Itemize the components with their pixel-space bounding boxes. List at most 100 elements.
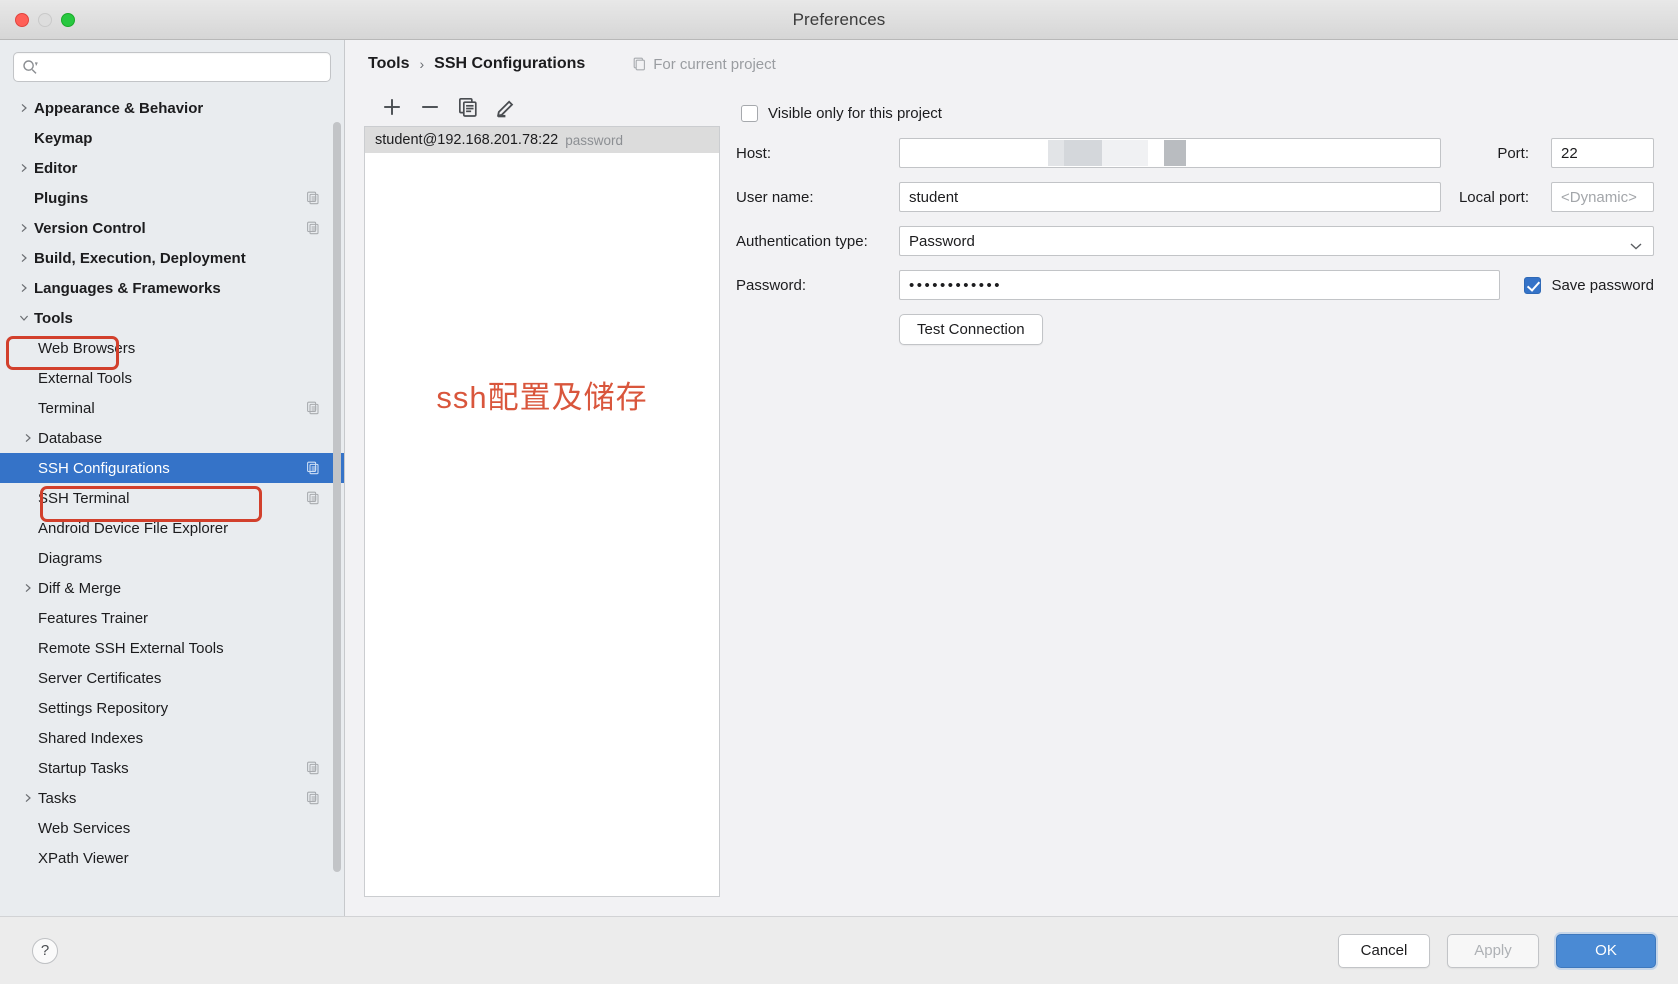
sidebar-item-tasks[interactable]: Tasks	[0, 783, 344, 813]
search-box[interactable]	[13, 52, 331, 82]
host-redaction-block	[1064, 140, 1102, 166]
sidebar-scrollbar-thumb[interactable]	[333, 122, 341, 872]
password-input[interactable]: ••••••••••••	[899, 270, 1501, 300]
duplicate-configuration-icon[interactable]	[456, 95, 480, 119]
copy-settings-icon	[306, 191, 320, 205]
sidebar-item-features-trainer[interactable]: Features Trainer	[0, 603, 344, 633]
port-input[interactable]: 22	[1551, 138, 1654, 168]
sidebar-item-plugins[interactable]: Plugins	[0, 183, 344, 213]
edit-configuration-icon[interactable]	[494, 95, 518, 119]
sidebar-item-startup-tasks[interactable]: Startup Tasks	[0, 753, 344, 783]
auth-type-row: Authentication type: Password	[736, 226, 1654, 256]
remove-configuration-button[interactable]	[418, 95, 442, 119]
username-input[interactable]: student	[899, 182, 1441, 212]
configuration-toolbar	[364, 88, 720, 126]
sidebar-item-label: Features Trainer	[38, 609, 149, 627]
sidebar-item-appearance-behavior[interactable]: Appearance & Behavior	[0, 93, 344, 123]
save-password-label: Save password	[1551, 276, 1654, 294]
sidebar-item-label: Server Certificates	[38, 669, 162, 687]
breadcrumb-parent[interactable]: Tools	[368, 55, 409, 73]
sidebar-item-label: Appearance & Behavior	[34, 99, 204, 117]
auth-type-select[interactable]: Password	[899, 226, 1654, 256]
sidebar-item-label: SSH Terminal	[38, 489, 130, 507]
save-password-checkbox[interactable]	[1524, 276, 1542, 294]
sidebar-item-ssh-configurations[interactable]: SSH Configurations	[0, 453, 344, 483]
sidebar-item-terminal[interactable]: Terminal	[0, 393, 344, 423]
sidebar-item-diagrams[interactable]: Diagrams	[0, 543, 344, 573]
configuration-list-column: student@192.168.201.78:22 password ssh配置…	[364, 88, 720, 916]
configuration-form: Visible only for this project Host: Port…	[720, 88, 1678, 916]
configuration-name: student@192.168.201.78:22	[375, 132, 559, 148]
settings-content: student@192.168.201.78:22 password ssh配置…	[345, 88, 1678, 916]
test-connection-button[interactable]: Test Connection	[899, 314, 1043, 345]
sidebar-item-version-control[interactable]: Version Control	[0, 213, 344, 243]
dialog-footer: ? Cancel Apply OK	[0, 916, 1678, 984]
visible-only-checkbox[interactable]	[741, 104, 758, 122]
copy-settings-icon	[306, 491, 320, 505]
sidebar-item-label: Editor	[34, 159, 78, 177]
chevron-right-icon	[14, 283, 34, 293]
search-input[interactable]	[43, 59, 322, 75]
sidebar-item-label: Web Browsers	[38, 339, 136, 357]
sidebar-item-label: Android Device File Explorer	[38, 519, 229, 537]
sidebar-item-shared-indexes[interactable]: Shared Indexes	[0, 723, 344, 753]
project-scope-icon	[632, 57, 646, 71]
chevron-right-icon	[18, 793, 38, 803]
sidebar-item-web-services[interactable]: Web Services	[0, 813, 344, 843]
sidebar-item-label: SSH Configurations	[38, 459, 170, 477]
title-bar: Preferences	[0, 0, 1678, 40]
sidebar-item-external-tools[interactable]: External Tools	[0, 363, 344, 393]
sidebar-item-languages-frameworks[interactable]: Languages & Frameworks	[0, 273, 344, 303]
test-connection-row: Test Connection	[899, 314, 1654, 345]
sidebar-item-label: Build, Execution, Deployment	[34, 249, 246, 267]
host-label: Host:	[736, 144, 772, 162]
username-row: User name: student Local port: <Dynamic>	[736, 182, 1654, 212]
sidebar-item-settings-repository[interactable]: Settings Repository	[0, 693, 344, 723]
host-redaction-block	[1102, 140, 1148, 166]
local-port-label: Local port:	[1458, 188, 1529, 206]
host-row: Host: Port: 22	[736, 138, 1654, 168]
ok-button[interactable]: OK	[1556, 933, 1656, 968]
save-password-group: Save password	[1524, 276, 1654, 294]
auth-type-label: Authentication type:	[736, 232, 868, 250]
breadcrumb-scope-label: For current project	[653, 55, 776, 73]
configuration-list-item[interactable]: student@192.168.201.78:22 password	[365, 127, 719, 153]
chevron-right-icon	[14, 253, 34, 263]
sidebar-item-ssh-terminal[interactable]: SSH Terminal	[0, 483, 344, 513]
sidebar-item-editor[interactable]: Editor	[0, 153, 344, 183]
chevron-right-icon	[14, 163, 34, 173]
sidebar-item-label: Settings Repository	[38, 699, 169, 717]
sidebar-item-database[interactable]: Database	[0, 423, 344, 453]
sidebar-item-label: Shared Indexes	[38, 729, 144, 747]
copy-settings-icon	[306, 401, 320, 415]
sidebar-item-label: XPath Viewer	[38, 849, 129, 867]
cancel-button[interactable]: Cancel	[1338, 933, 1430, 968]
sidebar-item-tools[interactable]: Tools	[0, 303, 344, 333]
sidebar-item-label: Languages & Frameworks	[34, 279, 221, 297]
sidebar-item-xpath-viewer[interactable]: XPath Viewer	[0, 843, 344, 873]
apply-button[interactable]: Apply	[1447, 933, 1539, 968]
sidebar-item-web-browsers[interactable]: Web Browsers	[0, 333, 344, 363]
sidebar-item-label: External Tools	[38, 369, 132, 387]
sidebar-item-label: Tasks	[38, 789, 77, 807]
local-port-input[interactable]: <Dynamic>	[1551, 182, 1654, 212]
sidebar-item-remote-ssh-external-tools[interactable]: Remote SSH External Tools	[0, 633, 344, 663]
sidebar-scrollbar[interactable]	[333, 90, 341, 894]
sidebar-item-keymap[interactable]: Keymap	[0, 123, 344, 153]
sidebar-item-label: Database	[38, 429, 103, 447]
add-configuration-button[interactable]	[380, 95, 404, 119]
sidebar-item-diff-merge[interactable]: Diff & Merge	[0, 573, 344, 603]
configuration-list[interactable]: student@192.168.201.78:22 password ssh配置…	[364, 126, 720, 897]
sidebar-item-label: Plugins	[34, 189, 89, 207]
sidebar-item-label: Diff & Merge	[38, 579, 122, 597]
sidebar-item-build-execution-deployment[interactable]: Build, Execution, Deployment	[0, 243, 344, 273]
sidebar-item-server-certificates[interactable]: Server Certificates	[0, 663, 344, 693]
sidebar-item-android-device-file-explorer[interactable]: Android Device File Explorer	[0, 513, 344, 543]
settings-tree: Appearance & Behavior Keymap Editor Plugins…	[0, 88, 344, 916]
help-icon[interactable]: ?	[32, 937, 58, 964]
host-redaction-block	[1164, 140, 1186, 166]
chevron-right-icon	[18, 433, 38, 443]
copy-settings-icon	[306, 761, 320, 775]
chevron-right-icon	[14, 223, 34, 233]
settings-sidebar: Appearance & Behavior Keymap Editor Plugins…	[0, 40, 345, 916]
